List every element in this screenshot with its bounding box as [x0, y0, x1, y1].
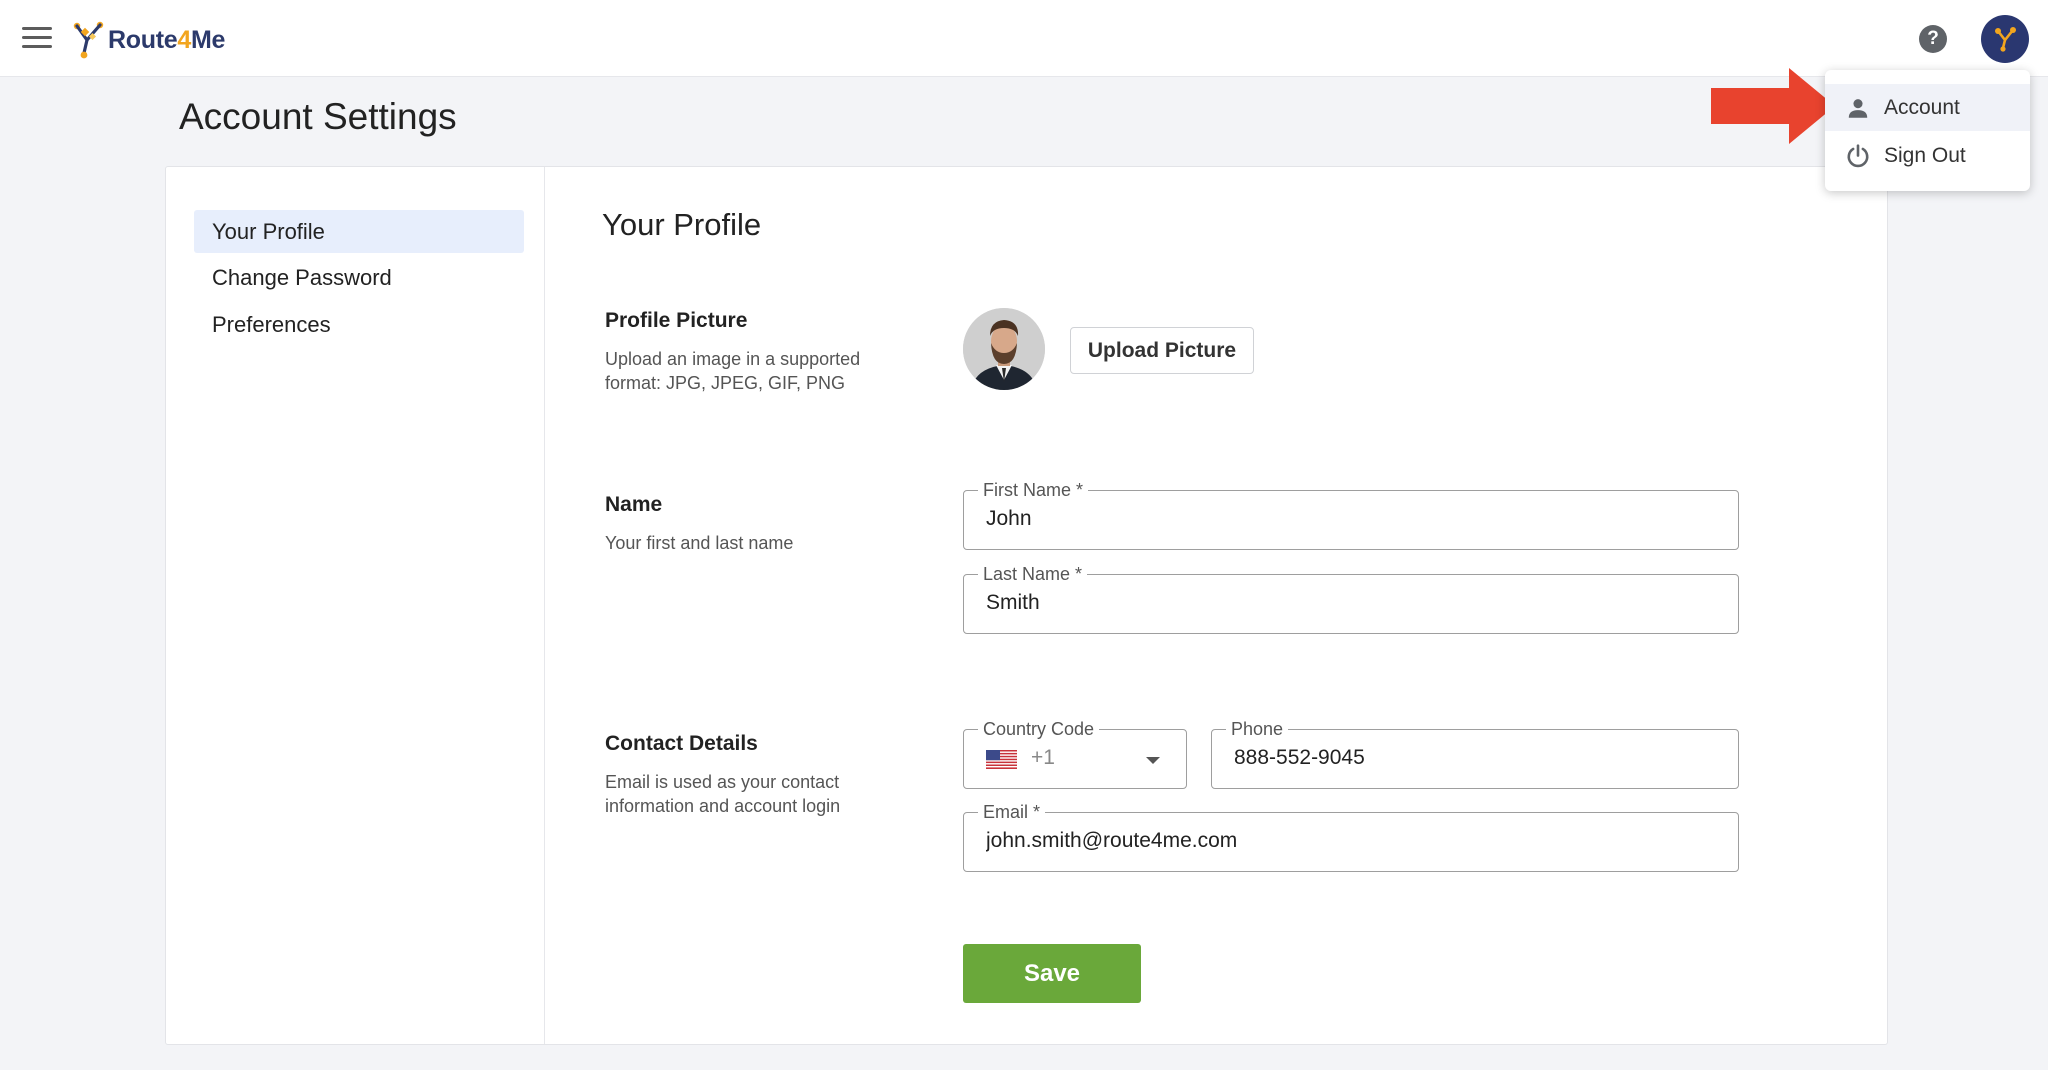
section-heading: Your Profile	[602, 207, 762, 242]
last-name-input[interactable]	[986, 591, 1720, 615]
first-name-field[interactable]: First Name *	[963, 479, 1739, 550]
settings-card: Your Profile Change Password Preferences…	[165, 166, 1888, 1045]
phone-label: Phone	[1226, 718, 1289, 740]
person-icon	[1848, 99, 1868, 118]
phone-input[interactable]	[1234, 746, 1720, 770]
annotation-arrow	[1711, 68, 1835, 144]
first-name-label: First Name *	[978, 479, 1089, 501]
menu-item-account[interactable]: Account	[1825, 84, 2030, 131]
hamburger-menu-icon[interactable]	[22, 26, 52, 50]
sidebar-item-change-password[interactable]: Change Password	[194, 256, 524, 299]
settings-sidebar: Your Profile Change Password Preferences	[166, 167, 545, 1044]
name-section-title: Name	[605, 493, 663, 516]
account-dropdown-menu: Account Sign Out	[1825, 70, 2030, 191]
country-code-value: +1	[1031, 746, 1055, 769]
profile-picture-description: Upload an image in a supported format: J…	[605, 349, 861, 393]
page-title: Account Settings	[179, 96, 457, 137]
us-flag-icon	[986, 750, 1017, 769]
power-icon	[1847, 144, 1869, 168]
user-avatar-button[interactable]	[1981, 15, 2029, 63]
contact-details-title: Contact Details	[605, 732, 758, 755]
top-app-bar: Route4Me ?	[0, 0, 2048, 77]
profile-picture-title: Profile Picture	[605, 309, 748, 332]
help-icon[interactable]: ?	[1919, 25, 1947, 53]
email-field[interactable]: Email *	[963, 801, 1739, 872]
first-name-input[interactable]	[986, 507, 1720, 531]
last-name-label: Last Name *	[978, 563, 1088, 585]
email-input[interactable]	[986, 829, 1720, 853]
name-section-description: Your first and last name	[605, 533, 794, 553]
profile-photo	[963, 308, 1045, 390]
profile-avatar	[963, 308, 1045, 390]
sidebar-item-your-profile[interactable]: Your Profile	[194, 210, 524, 253]
last-name-field[interactable]: Last Name *	[963, 563, 1739, 634]
contact-details-description: Email is used as your contact informatio…	[605, 772, 841, 816]
route4me-logo[interactable]: Route4Me	[72, 20, 225, 60]
menu-item-label: Account	[1884, 96, 1960, 119]
route4me-logo-icon	[73, 21, 104, 59]
country-code-label: Country Code	[978, 718, 1100, 740]
sidebar-item-preferences[interactable]: Preferences	[194, 303, 524, 346]
logo-text: Route4Me	[108, 25, 226, 54]
upload-picture-button[interactable]: Upload Picture	[1070, 327, 1254, 374]
chevron-down-icon[interactable]	[1146, 757, 1160, 764]
phone-field[interactable]: Phone	[1211, 718, 1739, 789]
email-label: Email *	[978, 801, 1046, 823]
country-code-select[interactable]: Country Code +1	[963, 718, 1187, 789]
menu-item-label: Sign Out	[1884, 144, 1966, 167]
avatar-logo-icon	[1995, 27, 2016, 52]
menu-item-sign-out[interactable]: Sign Out	[1825, 132, 2030, 179]
save-button[interactable]: Save	[963, 944, 1141, 1003]
